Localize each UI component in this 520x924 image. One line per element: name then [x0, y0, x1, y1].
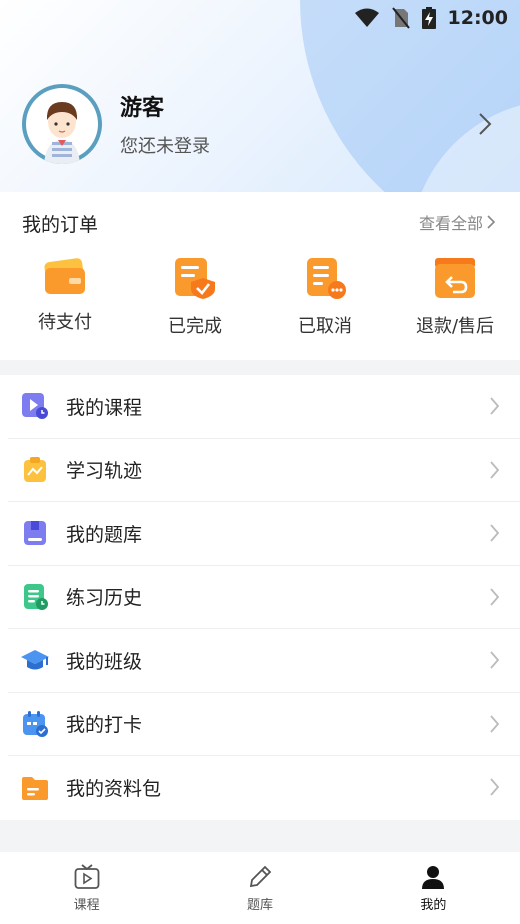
view-all-orders-link[interactable]: 查看全部 [419, 210, 496, 234]
view-all-label: 查看全部 [418, 214, 483, 233]
status-bar: 12:00 [354, 6, 508, 30]
chevron-right-icon [490, 397, 500, 415]
course-play-icon [22, 393, 48, 420]
chevron-right-icon [490, 714, 500, 733]
menu-label: 我的资料包 [66, 778, 162, 801]
pencil-icon [249, 865, 272, 887]
wifi-icon [354, 8, 379, 27]
refund-icon [435, 258, 475, 298]
status-time: 12:00 [447, 7, 508, 29]
menu-item-question-bank[interactable]: 我的题库 [8, 502, 520, 566]
profile-card[interactable]: 游客 您还未登录 [22, 84, 210, 164]
chevron-right-icon [490, 778, 500, 796]
order-label: 已完成 [168, 316, 222, 337]
tab-mine[interactable]: 我的 [347, 852, 520, 924]
menu-label: 练习历史 [66, 587, 143, 610]
completed-order-icon [175, 258, 215, 299]
bottom-tab-bar: 课程 题库 我的 [0, 852, 520, 924]
no-sim-icon [391, 7, 410, 29]
order-pending-payment[interactable]: 待支付 [0, 256, 130, 338]
menu-label: 我的班级 [66, 650, 143, 673]
tab-label: 题库 [246, 897, 273, 913]
order-cancelled[interactable]: 已取消 [260, 256, 390, 338]
tab-label: 课程 [73, 897, 100, 913]
chevron-right-icon [490, 460, 500, 479]
wallet-icon [44, 258, 85, 294]
question-bank-icon [24, 521, 46, 546]
chevron-right-icon [490, 524, 500, 542]
menu-label: 学习轨迹 [66, 460, 143, 483]
battery-charging-icon [421, 7, 436, 29]
user-name: 游客 [120, 96, 165, 121]
order-refund[interactable]: 退款/售后 [390, 256, 520, 338]
order-completed[interactable]: 已完成 [130, 256, 260, 338]
chevron-right-icon [490, 651, 500, 669]
tab-question-bank[interactable]: 题库 [173, 852, 346, 924]
menu-item-check-in[interactable]: 我的打卡 [8, 693, 520, 756]
menu-label: 我的打卡 [66, 714, 143, 737]
chevron-right-icon [490, 587, 500, 606]
login-status: 您还未登录 [120, 136, 210, 157]
menu-item-materials[interactable]: 我的资料包 [8, 756, 520, 820]
folder-icon [22, 776, 48, 800]
practice-history-icon [24, 583, 48, 610]
orders-title: 我的订单 [22, 214, 99, 236]
menu-item-learning-track[interactable]: 学习轨迹 [8, 439, 520, 502]
check-in-calendar-icon [23, 710, 48, 737]
order-label: 待支付 [38, 312, 92, 333]
menu-item-my-courses[interactable]: 我的课程 [8, 375, 520, 439]
avatar[interactable] [22, 84, 102, 164]
tab-label: 我的 [420, 897, 447, 913]
avatar-boy-icon [26, 88, 98, 164]
chevron-right-icon [487, 215, 496, 229]
menu-list: 我的课程 学习轨迹 我的题库 练习历史 我的班级 我的打卡 我的资料包 [0, 375, 520, 820]
person-icon [422, 865, 445, 889]
tab-courses[interactable]: 课程 [0, 852, 173, 924]
orders-card: 我的订单 查看全部 待支付 已完成 已取消 退款/售后 [0, 192, 520, 360]
menu-item-practice-history[interactable]: 练习历史 [8, 566, 520, 629]
chevron-right-icon[interactable] [478, 112, 492, 136]
learning-track-icon [24, 456, 46, 482]
order-label: 退款/售后 [415, 316, 495, 337]
menu-label: 我的题库 [66, 523, 143, 546]
graduation-cap-icon [21, 650, 49, 670]
menu-label: 我的课程 [66, 396, 143, 419]
tv-play-icon [74, 863, 100, 889]
cancelled-order-icon [307, 258, 346, 299]
menu-item-my-class[interactable]: 我的班级 [8, 629, 520, 693]
order-label: 已取消 [298, 316, 352, 337]
